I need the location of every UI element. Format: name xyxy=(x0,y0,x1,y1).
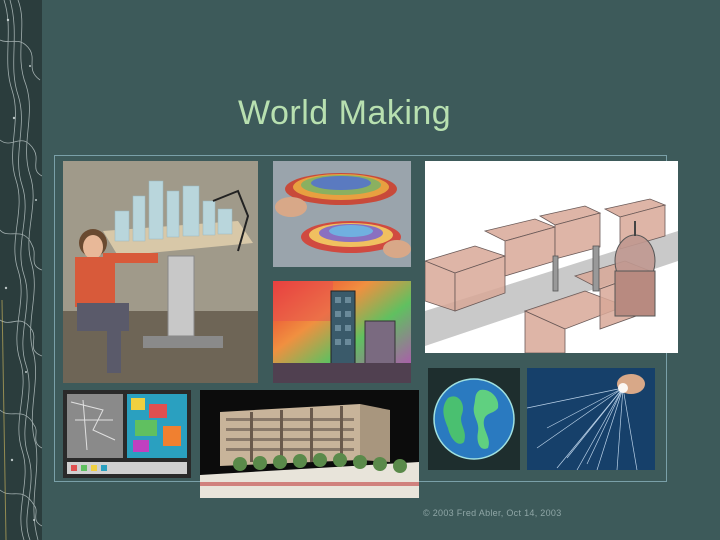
fiber-optic-light-photo xyxy=(527,368,655,470)
map-screens-photo xyxy=(63,390,191,478)
hands-layered-terrain-photo xyxy=(273,161,411,267)
3d-city-model-render xyxy=(425,161,678,353)
architectural-building-model-photo xyxy=(200,390,419,498)
slide-footer-copyright: © 2003 Fred Abler, Oct 14, 2003 xyxy=(423,508,562,518)
person-at-model-table-photo xyxy=(63,161,258,383)
topographic-border-decoration xyxy=(0,0,42,540)
slide-title: World Making xyxy=(238,94,452,132)
globe-visualization xyxy=(428,368,520,470)
thermal-building-visualization xyxy=(273,281,411,383)
